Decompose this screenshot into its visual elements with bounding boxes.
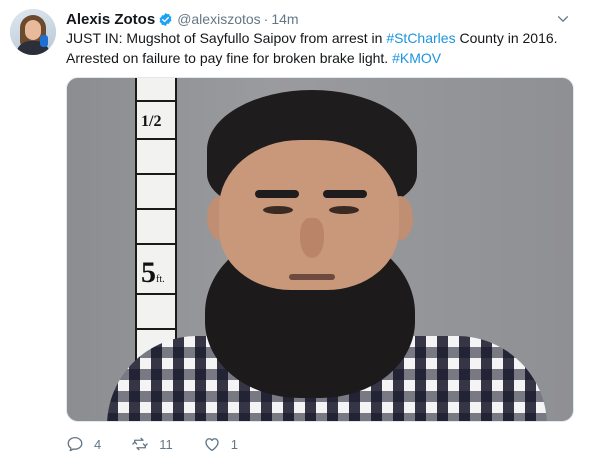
right-eyebrow <box>323 190 367 198</box>
author-name[interactable]: Alexis Zotos <box>66 11 155 28</box>
retweet-count: 11 <box>159 436 173 452</box>
timestamp[interactable]: 14m <box>271 11 298 27</box>
tweet-text-line-1: JUST IN: Mugshot of Sayfullo Saipov from… <box>66 28 566 48</box>
like-icon <box>205 438 219 452</box>
hashtag-kmov[interactable]: #KMOV <box>392 50 441 66</box>
tweet-header: Alexis Zotos @alexiszotos · 14m <box>66 10 299 28</box>
tweet-text-segment: County in 2016. <box>455 30 558 46</box>
tweet-actions: 4 11 1 <box>66 434 268 454</box>
author-handle[interactable]: @alexiszotos <box>177 11 260 27</box>
tweet-text: JUST IN: Mugshot of Sayfullo Saipov from… <box>66 28 566 68</box>
retweet-icon <box>132 437 149 451</box>
retweet-button[interactable]: 11 <box>131 435 173 453</box>
mouth <box>289 274 335 280</box>
ruler-five-unit: ft. <box>156 274 165 285</box>
avatar[interactable] <box>10 9 56 55</box>
left-eyebrow <box>255 190 299 198</box>
tweet-text-line-2: Arrested on failure to pay fine for brok… <box>66 48 566 68</box>
chevron-down-icon[interactable] <box>556 12 570 26</box>
reply-button[interactable]: 4 <box>66 435 101 453</box>
reply-count: 4 <box>94 436 102 452</box>
tweet-text-segment: JUST IN: Mugshot of Sayfullo Saipov from… <box>66 30 387 46</box>
hashtag-stcharles[interactable]: #StCharles <box>386 30 455 46</box>
nose <box>300 218 324 258</box>
verified-badge-icon <box>159 12 172 26</box>
tweet-text-segment: Arrested on failure to pay fine for brok… <box>66 50 393 66</box>
tweet-photo[interactable]: 1/2 5ft. <box>66 77 574 422</box>
reply-icon <box>67 436 83 452</box>
like-button[interactable]: 1 <box>203 435 238 453</box>
face <box>219 140 399 290</box>
ruler-five-number: 5 <box>141 256 156 289</box>
left-eye <box>263 206 293 214</box>
ruler-five-label: 5ft. <box>141 256 165 290</box>
tweet: Alexis Zotos @alexiszotos · 14m JUST IN:… <box>0 0 590 461</box>
ruler-half-label: 1/2 <box>141 113 162 130</box>
right-eye <box>329 206 359 214</box>
like-count: 1 <box>230 436 238 452</box>
separator-dot: · <box>263 11 269 27</box>
